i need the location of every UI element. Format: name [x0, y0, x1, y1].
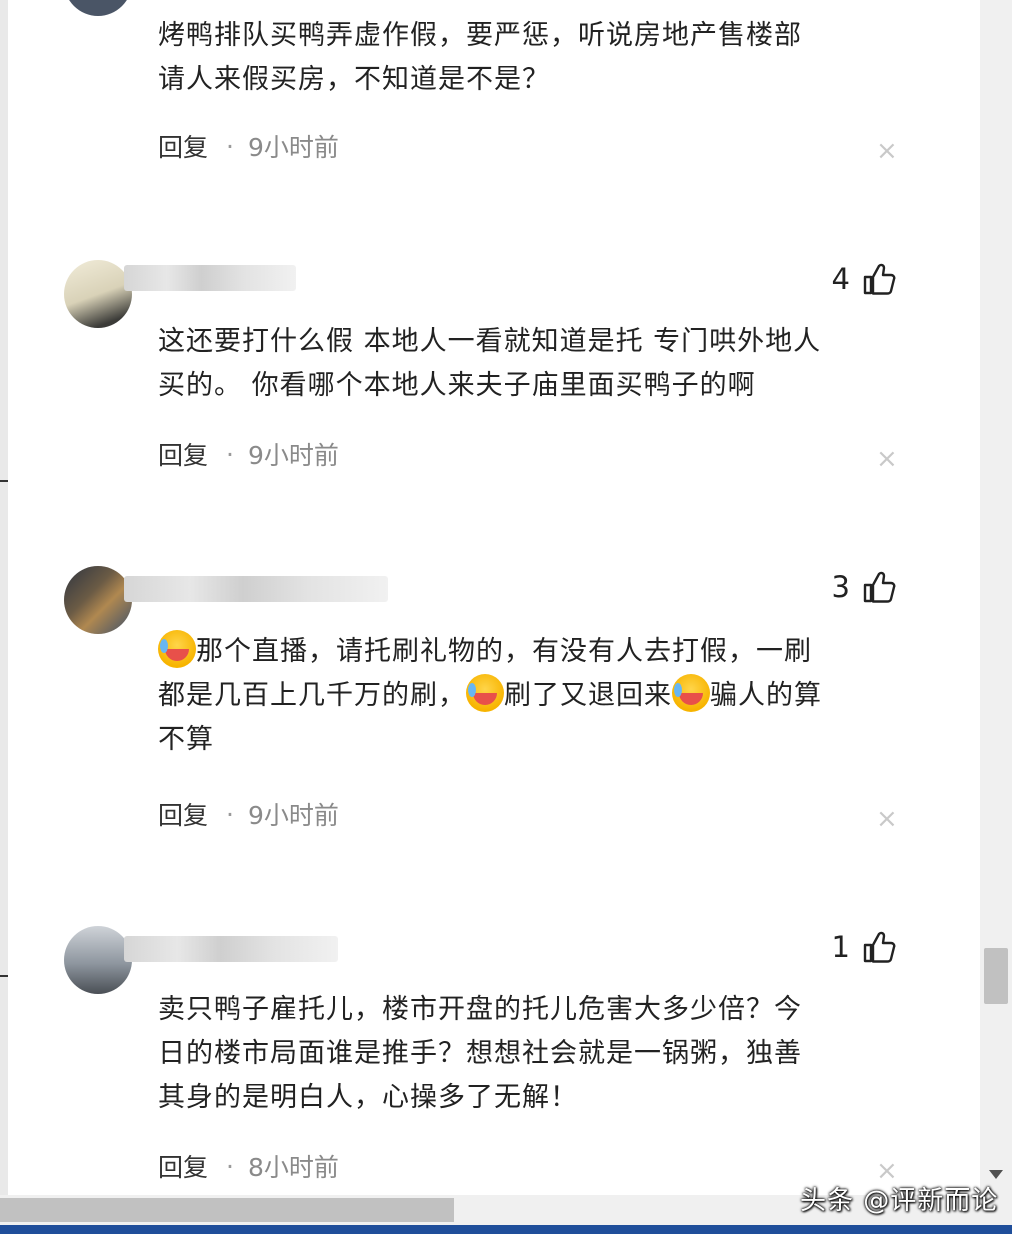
edge-mark — [0, 480, 8, 482]
left-window-edge — [0, 0, 8, 1195]
watermark: 头条 @评新而论 — [800, 1186, 999, 1216]
comment-meta: 回复 · 9小时前 — [158, 128, 339, 164]
laughing-crying-emoji-icon — [672, 674, 710, 712]
reply-button[interactable]: 回复 — [158, 436, 208, 472]
thumbs-up-icon[interactable] — [862, 930, 896, 964]
comment-text: 那个直播，请托刷礼物的，有没有人去打假，一刷 都是几百上几千万的刷， 刷了又退回来… — [158, 630, 903, 762]
scroll-down-arrow-icon[interactable] — [989, 1170, 1003, 1179]
like-counter[interactable]: 4 — [832, 262, 896, 296]
thumbs-up-icon[interactable] — [862, 262, 896, 296]
like-count: 1 — [831, 930, 850, 964]
comment-text: 这还要打什么假 本地人一看就知道是托 专门哄外地人 买的。 你看哪个本地人来夫子… — [158, 326, 822, 401]
avatar[interactable] — [64, 0, 132, 16]
reply-button[interactable]: 回复 — [158, 796, 208, 832]
username-blurred — [124, 265, 296, 291]
avatar[interactable] — [64, 260, 132, 328]
comment-meta: 回复 · 9小时前 — [158, 436, 339, 472]
username-blurred — [124, 936, 338, 962]
taskbar-edge — [0, 1225, 1012, 1234]
laughing-crying-emoji-icon — [466, 674, 504, 712]
comment-time: 9小时前 — [247, 441, 339, 470]
like-count: 3 — [831, 570, 850, 604]
separator-dot: · — [226, 799, 234, 829]
comment-list: 烤鸭排队买鸭弄虚作假，要严惩，听说房地产售楼部 请人来假买房，不知道是不是？ 回… — [8, 0, 980, 1195]
comment-time: 8小时前 — [247, 1153, 339, 1182]
like-counter[interactable]: 1 — [832, 930, 896, 964]
close-icon[interactable]: × — [876, 446, 898, 472]
like-counter[interactable]: 3 — [832, 570, 896, 604]
reply-button[interactable]: 回复 — [158, 128, 208, 164]
close-icon[interactable]: × — [876, 138, 898, 164]
comment-meta: 回复 · 8小时前 — [158, 1148, 339, 1184]
vertical-scroll-thumb[interactable] — [984, 948, 1008, 1004]
close-icon[interactable]: × — [876, 806, 898, 832]
separator-dot: · — [226, 439, 234, 469]
comment-meta: 回复 · 9小时前 — [158, 796, 339, 832]
avatar[interactable] — [64, 926, 132, 994]
thumbs-up-icon[interactable] — [862, 570, 896, 604]
comment-text: 卖只鸭子雇托儿，楼市开盘的托儿危害大多少倍？今 日的楼市局面谁是推手？想想社会就… — [158, 994, 802, 1113]
comment-time: 9小时前 — [247, 133, 339, 162]
separator-dot: · — [226, 1151, 234, 1181]
comment-time: 9小时前 — [247, 801, 339, 830]
comment-text: 烤鸭排队买鸭弄虚作假，要严惩，听说房地产售楼部 请人来假买房，不知道是不是？ — [158, 20, 802, 95]
separator-dot: · — [226, 131, 234, 161]
username-blurred — [124, 576, 388, 602]
reply-button[interactable]: 回复 — [158, 1148, 208, 1184]
avatar[interactable] — [64, 566, 132, 634]
like-count: 4 — [831, 262, 850, 296]
vertical-scrollbar[interactable] — [980, 0, 1012, 1195]
laughing-crying-emoji-icon — [158, 630, 196, 668]
edge-mark — [0, 975, 8, 977]
horizontal-scroll-thumb[interactable] — [0, 1198, 454, 1222]
